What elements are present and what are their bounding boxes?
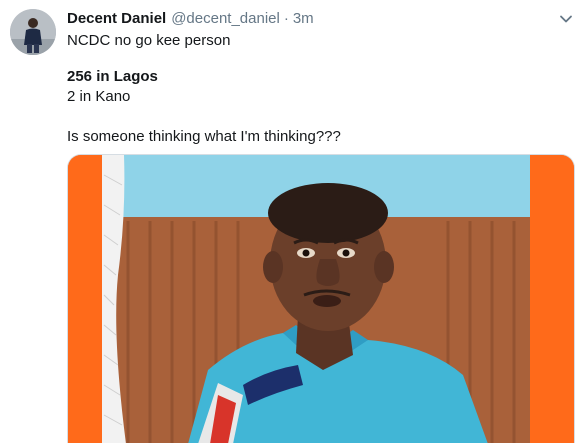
tweet-line: 2 in Kano (67, 88, 131, 105)
tweet[interactable]: Decent Daniel @decent_daniel · 3m NCDC n… (0, 0, 585, 443)
chevron-down-icon[interactable] (558, 11, 574, 27)
tweet-line: Is someone thinking what I'm thinking??? (67, 128, 341, 145)
avatar[interactable] (10, 9, 56, 55)
tweet-line: 256 in Lagos (67, 68, 158, 85)
meme-image (68, 155, 574, 443)
user-avatar-icon (10, 9, 56, 55)
separator-dot: · (283, 10, 289, 27)
tweet-text: NCDC no go kee person 256 in Lagos 2 in … (67, 31, 573, 147)
tweet-header: Decent Daniel @decent_daniel · 3m (67, 9, 314, 28)
tweet-line: NCDC no go kee person (67, 32, 231, 49)
timestamp[interactable]: 3m (293, 9, 314, 28)
display-name[interactable]: Decent Daniel (67, 9, 166, 28)
handle[interactable]: @decent_daniel (171, 9, 280, 28)
tweet-media[interactable] (67, 154, 575, 443)
